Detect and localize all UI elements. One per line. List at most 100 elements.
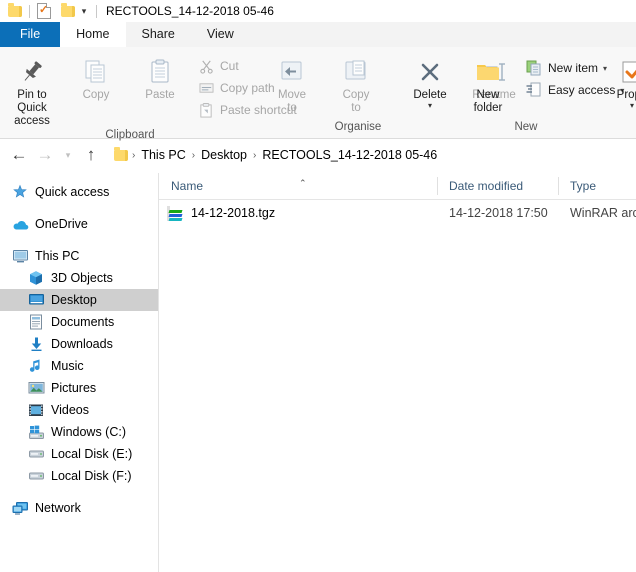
downloads-icon xyxy=(26,335,46,353)
sidebar-item-label: Desktop xyxy=(51,293,97,307)
sidebar-item-label: Pictures xyxy=(51,381,97,395)
sidebar-item-3d-objects[interactable]: 3D Objects xyxy=(0,267,158,289)
sidebar-item-label: This PC xyxy=(35,249,80,263)
sidebar-item-label: Documents xyxy=(51,315,115,329)
sidebar-item-videos[interactable]: Videos xyxy=(0,399,158,421)
sidebar-item-network[interactable]: Network xyxy=(0,497,158,519)
sidebar-item-documents[interactable]: Documents xyxy=(0,311,158,333)
winrar-archive-icon xyxy=(167,205,184,221)
new-folder-button[interactable]: New folder xyxy=(456,53,520,115)
sidebar-item-this-pc[interactable]: This PC xyxy=(0,245,158,267)
ribbon-group-label-organise: Organise xyxy=(334,121,382,133)
file-type-cell: WinRAR archiv xyxy=(570,206,636,220)
properties-icon[interactable]: ✓ xyxy=(35,2,53,20)
new-folder-icon[interactable] xyxy=(59,2,77,20)
sidebar-item-quick-access[interactable]: Quick access xyxy=(0,181,158,203)
column-header-name-label: Name xyxy=(171,179,204,193)
sidebar-item-label: Videos xyxy=(51,403,89,417)
star-icon xyxy=(10,183,30,201)
pin-icon xyxy=(19,55,45,89)
breadcrumb-item-this-pc[interactable]: This PC xyxy=(137,148,189,162)
main-area: Quick access OneDrive This PC 3D Objects… xyxy=(0,173,636,572)
ribbon-tab-strip: File Home Share View xyxy=(0,22,636,47)
properties-dropdown-caret-icon[interactable]: ▾ xyxy=(630,102,634,110)
up-button[interactable]: ↑ xyxy=(78,142,104,168)
new-item-label: New item xyxy=(548,61,599,75)
move-to-button[interactable]: Move to xyxy=(260,53,324,115)
delete-dropdown-caret-icon[interactable]: ▾ xyxy=(428,102,432,110)
network-icon xyxy=(10,499,30,517)
copy-button[interactable]: Copy xyxy=(64,53,128,102)
drive-icon xyxy=(26,445,46,463)
copy-to-button[interactable]: Copy to xyxy=(324,53,388,115)
title-divider xyxy=(96,4,97,18)
sidebar-item-pictures[interactable]: Pictures xyxy=(0,377,158,399)
tab-share[interactable]: Share xyxy=(126,22,191,47)
music-icon xyxy=(26,357,46,375)
properties-icon xyxy=(618,55,636,89)
sidebar-item-label: Network xyxy=(35,501,81,515)
sidebar-item-onedrive[interactable]: OneDrive xyxy=(0,213,158,235)
move-to-icon xyxy=(278,55,306,89)
file-list-pane: ⌃ Name Date modified Type 14-12-2018.tgz… xyxy=(159,173,636,572)
file-name-label: 14-12-2018.tgz xyxy=(191,206,276,220)
breadcrumb-item-current-folder[interactable]: RECTOOLS_14-12-2018 05-46 xyxy=(258,148,441,162)
back-button[interactable]: ← xyxy=(6,142,32,168)
pin-to-quick-access-button[interactable]: Pin to Quick access xyxy=(0,53,64,128)
column-header-name[interactable]: ⌃ Name xyxy=(159,173,437,199)
sidebar-item-local-disk-f[interactable]: Local Disk (F:) xyxy=(0,465,158,487)
new-folder-label: New folder xyxy=(473,89,503,114)
copy-to-label: Copy to xyxy=(342,89,370,114)
breadcrumb-separator: › xyxy=(132,149,136,161)
tab-home[interactable]: Home xyxy=(60,22,126,47)
copy-label: Copy xyxy=(82,89,110,101)
sidebar-item-label: Downloads xyxy=(51,337,113,351)
3d-objects-icon xyxy=(26,269,46,287)
easy-access-icon xyxy=(524,81,544,99)
column-header-type[interactable]: Type xyxy=(558,173,636,199)
table-row[interactable]: 14-12-2018.tgz 14-12-2018 17:50 WinRAR a… xyxy=(159,200,636,226)
breadcrumb-folder-icon xyxy=(114,146,128,161)
drive-icon xyxy=(26,467,46,485)
new-item-icon xyxy=(524,59,544,77)
ribbon-group-clipboard: Pin to Quick access Copy Paste Cut Copy … xyxy=(0,47,297,141)
pictures-icon xyxy=(26,379,46,397)
sidebar-item-label: 3D Objects xyxy=(51,271,113,285)
sidebar-item-windows-c[interactable]: Windows (C:) xyxy=(0,421,158,443)
delete-button[interactable]: Delete ▾ xyxy=(398,53,462,110)
ribbon-group-organise: Move to Copy to Delete ▾ Rename Organise xyxy=(260,47,516,138)
tab-view[interactable]: View xyxy=(191,22,250,47)
properties-button[interactable]: Prope ▾ xyxy=(596,53,636,110)
sidebar-item-music[interactable]: Music xyxy=(0,355,158,377)
copy-icon xyxy=(82,55,110,89)
sidebar-item-label: Music xyxy=(51,359,84,373)
breadcrumb[interactable]: › This PC › Desktop › RECTOOLS_14-12-201… xyxy=(108,144,441,166)
recent-locations-button[interactable]: ▾ xyxy=(58,142,78,168)
folder-icon xyxy=(6,2,24,20)
sidebar-item-label: Local Disk (F:) xyxy=(51,469,132,483)
sidebar-item-downloads[interactable]: Downloads xyxy=(0,333,158,355)
breadcrumb-separator: › xyxy=(191,149,196,161)
breadcrumb-item-desktop[interactable]: Desktop xyxy=(197,148,251,162)
move-to-label: Move to xyxy=(277,89,307,114)
sidebar-item-local-disk-e[interactable]: Local Disk (E:) xyxy=(0,443,158,465)
paste-button[interactable]: Paste xyxy=(128,53,192,102)
customize-qat-chevron-icon[interactable]: ▾ xyxy=(77,2,91,20)
new-folder-icon xyxy=(473,55,503,89)
ribbon-group-label-open xyxy=(596,120,636,138)
address-bar: ← → ▾ ↑ › This PC › Desktop › RECTOOLS_1… xyxy=(0,139,636,171)
copy-path-icon xyxy=(196,79,216,97)
paste-icon xyxy=(146,55,174,89)
file-name-cell[interactable]: 14-12-2018.tgz xyxy=(159,205,437,221)
forward-button[interactable]: → xyxy=(32,142,58,168)
delete-x-icon xyxy=(417,55,443,89)
monitor-icon xyxy=(10,247,30,265)
sidebar-item-label: Local Disk (E:) xyxy=(51,447,133,461)
videos-icon xyxy=(26,401,46,419)
column-header-date-modified[interactable]: Date modified xyxy=(437,173,558,199)
scissors-icon xyxy=(196,57,216,75)
ribbon: Pin to Quick access Copy Paste Cut Copy … xyxy=(0,47,636,141)
tab-file[interactable]: File xyxy=(0,22,61,47)
sidebar-item-desktop[interactable]: Desktop xyxy=(0,289,158,311)
